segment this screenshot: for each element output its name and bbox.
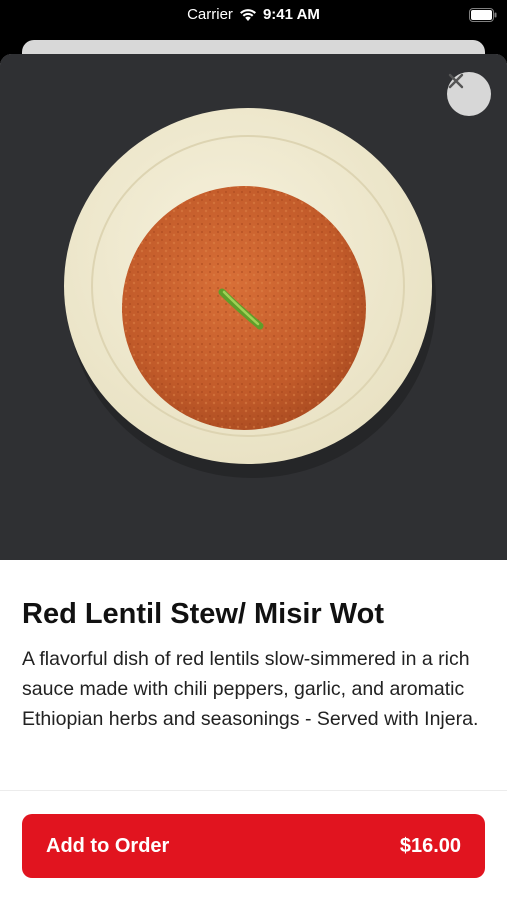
dish-description: A flavorful dish of red lentils slow-sim… — [22, 648, 479, 730]
close-icon — [448, 73, 464, 89]
item-detail-sheet: Red Lentil Stew/ Misir Wot A flavorful d… — [0, 54, 507, 900]
clock: 9:41 AM — [262, 6, 320, 23]
carrier-label: Carrier — [187, 6, 233, 23]
dish-title: Red Lentil Stew/ Misir Wot — [22, 598, 384, 630]
divider — [0, 790, 507, 791]
dish-photo — [0, 54, 507, 560]
status-center: Carrier 9:41 AM — [0, 6, 507, 23]
close-button[interactable] — [447, 72, 491, 116]
add-to-order-label: Add to Order — [46, 834, 170, 857]
add-to-order-button[interactable]: Add to Order $16.00 — [22, 814, 485, 878]
battery-icon — [469, 8, 497, 22]
dish-photo-illustration — [0, 54, 507, 560]
status-bar: Carrier 9:41 AM — [0, 0, 507, 32]
wifi-icon — [239, 8, 256, 21]
price-label: $16.00 — [399, 834, 461, 857]
